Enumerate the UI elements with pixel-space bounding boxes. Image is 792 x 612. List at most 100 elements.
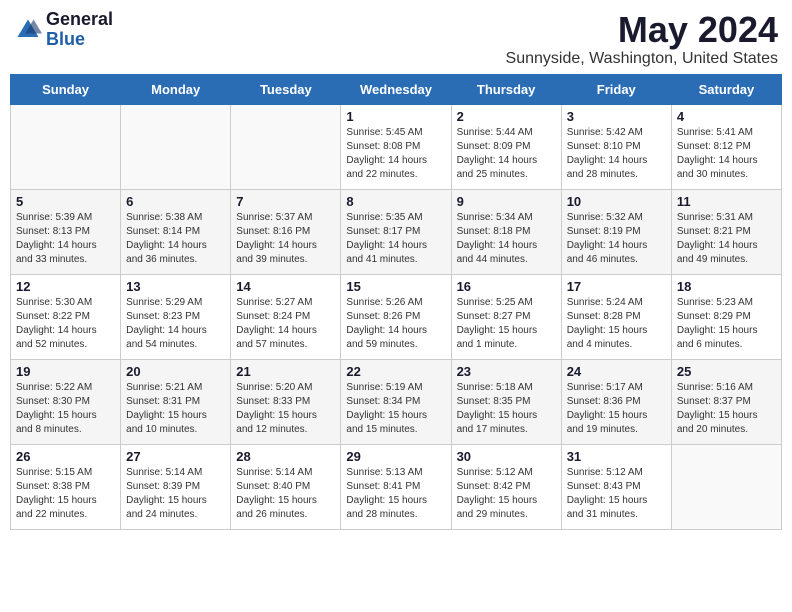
day-number: 10 — [567, 194, 666, 209]
header-row: SundayMondayTuesdayWednesdayThursdayFrid… — [11, 74, 782, 104]
month-title: May 2024 — [506, 10, 778, 50]
day-number: 13 — [126, 279, 225, 294]
calendar-header: SundayMondayTuesdayWednesdayThursdayFrid… — [11, 74, 782, 104]
day-info: Sunrise: 5:34 AMSunset: 8:18 PMDaylight:… — [457, 211, 556, 267]
header-day-friday: Friday — [561, 74, 671, 104]
day-info: Sunrise: 5:19 AMSunset: 8:34 PMDaylight:… — [346, 381, 445, 437]
calendar-cell: 31 Sunrise: 5:12 AMSunset: 8:43 PMDayligh… — [561, 444, 671, 529]
day-info: Sunrise: 5:32 AMSunset: 8:19 PMDaylight:… — [567, 211, 666, 267]
calendar-cell: 2 Sunrise: 5:44 AMSunset: 8:09 PMDaylight… — [451, 104, 561, 189]
calendar-cell: 30 Sunrise: 5:12 AMSunset: 8:42 PMDayligh… — [451, 444, 561, 529]
calendar-cell: 25 Sunrise: 5:16 AMSunset: 8:37 PMDayligh… — [671, 359, 781, 444]
calendar-cell: 3Sunrise: 5:42 AMSunset: 8:10 PMDaylight… — [561, 104, 671, 189]
day-number: 25 — [677, 364, 776, 379]
calendar-cell: 19 Sunrise: 5:22 AMSunset: 8:30 PMDayligh… — [11, 359, 121, 444]
logo-general: General — [46, 10, 113, 30]
day-info: Sunrise: 5:12 AMSunset: 8:43 PMDaylight:… — [567, 466, 666, 522]
calendar-cell: 4 Sunrise: 5:41 AMSunset: 8:12 PMDaylight… — [671, 104, 781, 189]
calendar-cell: 5 Sunrise: 5:39 AMSunset: 8:13 PMDaylight… — [11, 189, 121, 274]
calendar-cell: 23Sunrise: 5:18 AMSunset: 8:35 PMDayligh… — [451, 359, 561, 444]
calendar-cell: 7 Sunrise: 5:37 AMSunset: 8:16 PMDaylight… — [231, 189, 341, 274]
calendar-cell: 14Sunrise: 5:27 AMSunset: 8:24 PMDayligh… — [231, 274, 341, 359]
calendar-cell: 22 Sunrise: 5:19 AMSunset: 8:34 PMDayligh… — [341, 359, 451, 444]
day-info: Sunrise: 5:39 AMSunset: 8:13 PMDaylight:… — [16, 211, 115, 267]
calendar-cell: 12Sunrise: 5:30 AMSunset: 8:22 PMDayligh… — [11, 274, 121, 359]
calendar-cell: 8 Sunrise: 5:35 AMSunset: 8:17 PMDaylight… — [341, 189, 451, 274]
calendar-table: SundayMondayTuesdayWednesdayThursdayFrid… — [10, 74, 782, 530]
calendar-cell: 17Sunrise: 5:24 AMSunset: 8:28 PMDayligh… — [561, 274, 671, 359]
header-day-thursday: Thursday — [451, 74, 561, 104]
day-number: 17 — [567, 279, 666, 294]
day-number: 23 — [457, 364, 556, 379]
day-info: Sunrise: 5:23 AMSunset: 8:29 PMDaylight:… — [677, 296, 776, 352]
header-day-sunday: Sunday — [11, 74, 121, 104]
day-number: 2 — [457, 109, 556, 124]
day-info: Sunrise: 5:44 AMSunset: 8:09 PMDaylight:… — [457, 126, 556, 182]
day-number: 28 — [236, 449, 335, 464]
day-info: Sunrise: 5:12 AMSunset: 8:42 PMDaylight:… — [457, 466, 556, 522]
day-number: 4 — [677, 109, 776, 124]
day-info: Sunrise: 5:41 AMSunset: 8:12 PMDaylight:… — [677, 126, 776, 182]
day-number: 21 — [236, 364, 335, 379]
calendar-cell: 16Sunrise: 5:25 AMSunset: 8:27 PMDayligh… — [451, 274, 561, 359]
day-info: Sunrise: 5:35 AMSunset: 8:17 PMDaylight:… — [346, 211, 445, 267]
header-day-wednesday: Wednesday — [341, 74, 451, 104]
location-title: Sunnyside, Washington, United States — [506, 50, 778, 68]
calendar-cell: 20Sunrise: 5:21 AMSunset: 8:31 PMDayligh… — [121, 359, 231, 444]
calendar-cell — [231, 104, 341, 189]
day-number: 16 — [457, 279, 556, 294]
logo-blue: Blue — [46, 30, 113, 50]
day-number: 6 — [126, 194, 225, 209]
day-info: Sunrise: 5:27 AMSunset: 8:24 PMDaylight:… — [236, 296, 335, 352]
logo: General Blue — [14, 10, 113, 50]
day-info: Sunrise: 5:17 AMSunset: 8:36 PMDaylight:… — [567, 381, 666, 437]
day-number: 27 — [126, 449, 225, 464]
day-number: 31 — [567, 449, 666, 464]
calendar-cell: 18Sunrise: 5:23 AMSunset: 8:29 PMDayligh… — [671, 274, 781, 359]
day-info: Sunrise: 5:20 AMSunset: 8:33 PMDaylight:… — [236, 381, 335, 437]
calendar-cell: 27 Sunrise: 5:14 AMSunset: 8:39 PMDayligh… — [121, 444, 231, 529]
calendar-cell: 9 Sunrise: 5:34 AMSunset: 8:18 PMDaylight… — [451, 189, 561, 274]
day-number: 19 — [16, 364, 115, 379]
day-info: Sunrise: 5:13 AMSunset: 8:41 PMDaylight:… — [346, 466, 445, 522]
day-info: Sunrise: 5:26 AMSunset: 8:26 PMDaylight:… — [346, 296, 445, 352]
day-number: 29 — [346, 449, 445, 464]
week-row-4: 26Sunrise: 5:15 AMSunset: 8:38 PMDayligh… — [11, 444, 782, 529]
day-info: Sunrise: 5:29 AMSunset: 8:23 PMDaylight:… — [126, 296, 225, 352]
day-number: 7 — [236, 194, 335, 209]
day-info: Sunrise: 5:31 AMSunset: 8:21 PMDaylight:… — [677, 211, 776, 267]
day-number: 30 — [457, 449, 556, 464]
day-info: Sunrise: 5:14 AMSunset: 8:39 PMDaylight:… — [126, 466, 225, 522]
week-row-3: 19 Sunrise: 5:22 AMSunset: 8:30 PMDayligh… — [11, 359, 782, 444]
calendar-cell: 21 Sunrise: 5:20 AMSunset: 8:33 PMDayligh… — [231, 359, 341, 444]
page-header: General Blue May 2024 Sunnyside, Washing… — [10, 10, 782, 68]
week-row-0: 1Sunrise: 5:45 AMSunset: 8:08 PMDaylight… — [11, 104, 782, 189]
day-info: Sunrise: 5:14 AMSunset: 8:40 PMDaylight:… — [236, 466, 335, 522]
logo-icon — [14, 16, 42, 44]
day-number: 24 — [567, 364, 666, 379]
day-number: 5 — [16, 194, 115, 209]
day-info: Sunrise: 5:21 AMSunset: 8:31 PMDaylight:… — [126, 381, 225, 437]
day-number: 26 — [16, 449, 115, 464]
day-number: 22 — [346, 364, 445, 379]
week-row-1: 5 Sunrise: 5:39 AMSunset: 8:13 PMDaylight… — [11, 189, 782, 274]
calendar-cell: 13 Sunrise: 5:29 AMSunset: 8:23 PMDayligh… — [121, 274, 231, 359]
calendar-cell: 28 Sunrise: 5:14 AMSunset: 8:40 PMDayligh… — [231, 444, 341, 529]
day-number: 9 — [457, 194, 556, 209]
logo-text: General Blue — [46, 10, 113, 50]
calendar-cell: 11 Sunrise: 5:31 AMSunset: 8:21 PMDayligh… — [671, 189, 781, 274]
day-number: 11 — [677, 194, 776, 209]
day-info: Sunrise: 5:22 AMSunset: 8:30 PMDaylight:… — [16, 381, 115, 437]
day-number: 8 — [346, 194, 445, 209]
header-day-saturday: Saturday — [671, 74, 781, 104]
day-info: Sunrise: 5:16 AMSunset: 8:37 PMDaylight:… — [677, 381, 776, 437]
day-info: Sunrise: 5:37 AMSunset: 8:16 PMDaylight:… — [236, 211, 335, 267]
calendar-body: 1Sunrise: 5:45 AMSunset: 8:08 PMDaylight… — [11, 104, 782, 529]
day-number: 12 — [16, 279, 115, 294]
week-row-2: 12Sunrise: 5:30 AMSunset: 8:22 PMDayligh… — [11, 274, 782, 359]
day-number: 1 — [346, 109, 445, 124]
day-number: 3 — [567, 109, 666, 124]
calendar-cell: 6Sunrise: 5:38 AMSunset: 8:14 PMDaylight… — [121, 189, 231, 274]
calendar-cell — [121, 104, 231, 189]
calendar-cell: 24 Sunrise: 5:17 AMSunset: 8:36 PMDayligh… — [561, 359, 671, 444]
